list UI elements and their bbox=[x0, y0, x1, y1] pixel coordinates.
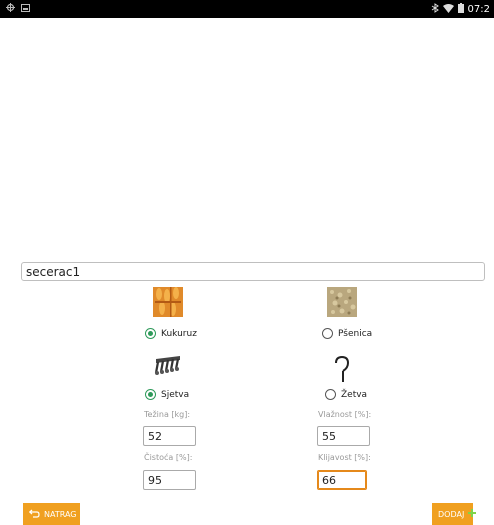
radio-psenica-indicator[interactable] bbox=[322, 328, 333, 339]
vlaznost-label: Vlažnost [%]: bbox=[318, 410, 372, 419]
radio-zetva-indicator[interactable] bbox=[325, 389, 336, 400]
radio-sjetva-label: Sjetva bbox=[161, 389, 190, 400]
radio-kukuruz[interactable]: Kukuruz bbox=[145, 328, 197, 339]
radio-zetva[interactable]: Žetva bbox=[325, 389, 367, 400]
image-icon bbox=[21, 3, 30, 15]
back-button-label: NATRAG bbox=[44, 509, 77, 519]
radio-psenica-label: Pšenica bbox=[338, 328, 373, 339]
name-input[interactable] bbox=[21, 262, 485, 281]
radio-zetva-label: Žetva bbox=[341, 389, 368, 400]
cistoca-label: Čistoća [%]: bbox=[144, 453, 193, 462]
plus-icon bbox=[468, 509, 477, 519]
battery-icon bbox=[457, 3, 464, 16]
radio-kukuruz-indicator[interactable] bbox=[145, 328, 156, 339]
back-arrow-icon bbox=[28, 509, 40, 520]
bluetooth-icon bbox=[431, 3, 439, 16]
radio-kukuruz-label: Kukuruz bbox=[161, 328, 197, 339]
status-time: 07:2 bbox=[467, 4, 490, 15]
cistoca-input[interactable] bbox=[143, 470, 196, 490]
status-bar: 07:2 bbox=[0, 0, 494, 18]
seeder-image-icon bbox=[153, 353, 183, 383]
wifi-icon bbox=[442, 3, 454, 16]
vlaznost-input[interactable] bbox=[317, 426, 370, 446]
tezina-input[interactable] bbox=[143, 426, 196, 446]
sickle-image-icon bbox=[330, 355, 360, 385]
corn-image-icon bbox=[153, 287, 183, 317]
radio-psenica[interactable]: Pšenica bbox=[322, 328, 372, 339]
klijavost-input[interactable] bbox=[317, 470, 367, 490]
klijavost-label: Klijavost [%]: bbox=[318, 453, 371, 462]
wheat-image-icon bbox=[327, 287, 357, 317]
notification-icon bbox=[6, 3, 15, 15]
add-button-label: DODAJ bbox=[438, 509, 465, 519]
tezina-label: Težina [kg]: bbox=[144, 410, 191, 419]
radio-sjetva[interactable]: Sjetva bbox=[145, 389, 189, 400]
radio-sjetva-indicator[interactable] bbox=[145, 389, 156, 400]
